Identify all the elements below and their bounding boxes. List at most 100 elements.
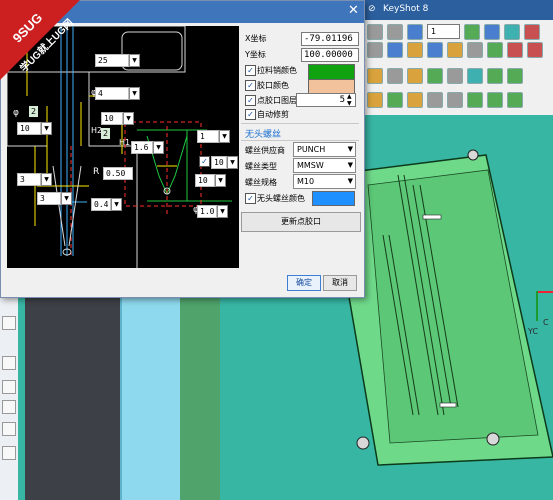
tool-icon[interactable] [447,42,463,58]
tool-icon[interactable] [447,68,463,84]
tool-icon[interactable] [407,24,423,40]
tool-icon[interactable] [507,42,523,58]
layer-combo[interactable]: 1 [427,24,460,39]
tool-icon[interactable] [467,42,483,58]
screw-color-checkbox[interactable]: ✓ [245,193,256,204]
chevron-down-icon[interactable]: ▼ [41,173,52,186]
phi-symbol: φ [13,108,19,118]
screw-type-label: 螺丝类型 [245,162,277,171]
chevron-down-icon[interactable]: ▼ [41,122,52,135]
blue-plate [120,296,182,500]
tool-icon[interactable] [407,68,423,84]
dim-2-input[interactable]: 2 [29,106,39,117]
y-coord-input[interactable]: 100.00000 [301,48,359,62]
axis-x-line [536,291,553,293]
left-resource-bar [0,296,19,500]
resource-button[interactable] [2,316,16,330]
x-coord-input[interactable]: -79.01196 [301,32,359,46]
tool-icon[interactable] [467,92,483,108]
close-icon[interactable]: ✕ [348,4,359,18]
keyshot-tab[interactable]: KeyShot 8 [383,4,428,14]
radius-label: R [93,167,100,177]
tool-icon[interactable] [504,24,520,40]
tool-icon[interactable] [407,92,423,108]
ribbon-toolbar: 1 [363,20,553,116]
auto-trim-checkbox[interactable]: ✓ [245,109,256,120]
tool-icon[interactable] [487,68,503,84]
screw-type-select[interactable]: MMSW ▼ [293,158,356,173]
chevron-down-icon[interactable]: ▼ [227,156,238,169]
chevron-down-icon[interactable]: ▼ [219,130,230,143]
tool-icon[interactable] [367,24,383,40]
supplier-select[interactable]: PUNCH ▼ [293,142,356,157]
cancel-button[interactable]: 取消 [323,275,357,291]
spinner-icon[interactable]: ▲ ▼ [347,93,352,107]
dim-3b-input[interactable]: 3 [37,192,61,205]
axis-label-yc: YC [528,327,539,336]
tool-icon[interactable] [524,24,540,40]
tool-icon[interactable] [427,92,443,108]
tool-icon[interactable] [447,92,463,108]
tool-icon[interactable] [387,24,403,40]
tool-icon[interactable] [527,42,543,58]
tool-icon[interactable] [387,42,403,58]
tool-icon[interactable] [467,68,483,84]
chevron-down-icon[interactable]: ▼ [111,198,122,211]
tool-icon[interactable] [427,42,443,58]
resource-button[interactable] [2,446,16,460]
resource-button[interactable] [2,356,16,370]
dim-3a-input[interactable]: 3 [17,173,41,186]
screw-spec-label: 螺丝规格 [245,178,277,187]
chevron-down-icon[interactable]: ▼ [153,141,164,154]
screw-color-label: 无头螺丝颜色 [257,194,305,203]
tool-icon[interactable] [387,68,403,84]
dim-2b-input[interactable]: 2 [101,128,111,139]
chevron-down-icon[interactable]: ▼ [129,87,140,100]
resource-button[interactable] [2,422,16,436]
dim-25-input[interactable]: 25 [95,54,129,67]
gate-color-checkbox[interactable]: ✓ [245,80,256,91]
pull-pin-color-checkbox[interactable]: ✓ [245,65,256,76]
screw-type-value: MMSW [297,161,324,170]
gate-layer-label: 点胶口图层 [257,96,297,105]
tool-icon[interactable] [427,68,443,84]
diagram-checkbox[interactable]: ✓ [199,156,210,167]
screw-section-title: 无头螺丝 [245,130,282,140]
tool-icon[interactable] [487,42,503,58]
dim-10d-input[interactable]: 10 [195,174,215,187]
dim-10c-input[interactable]: 10 [211,156,227,169]
ok-button[interactable]: 确定 [287,275,321,291]
tool-icon[interactable] [407,42,423,58]
gate-layer-checkbox[interactable]: ✓ [245,95,256,106]
tool-icon[interactable] [464,24,480,40]
chevron-down-icon[interactable]: ▼ [123,112,134,125]
dim-10-input[interactable]: 10 [17,122,41,135]
chevron-down-icon[interactable]: ▼ [129,54,140,67]
resource-button[interactable] [2,400,16,414]
chevron-down-icon[interactable]: ▼ [217,205,228,218]
tool-icon[interactable] [367,42,383,58]
pull-pin-color-swatch[interactable] [308,64,355,80]
divider [241,140,359,141]
screw-color-swatch[interactable] [312,191,355,206]
dim-1-6-input[interactable]: 1.6 [131,141,153,154]
dim-0-4-input[interactable]: 0.4 [91,198,111,211]
tool-icon[interactable] [484,24,500,40]
radius-input[interactable]: 0.50 [103,167,133,180]
dim-1-0-input[interactable]: 1.0 [197,205,217,218]
tool-icon[interactable] [507,92,523,108]
tool-icon[interactable] [367,92,383,108]
tool-icon[interactable] [487,92,503,108]
dim-4-input[interactable]: 4 [95,87,129,100]
dim-1-input[interactable]: 1 [197,130,219,143]
dim-10b-input[interactable]: 10 [101,112,123,125]
chevron-down-icon[interactable]: ▼ [61,192,72,205]
tool-icon[interactable] [367,68,383,84]
tool-icon[interactable] [507,68,523,84]
screw-spec-select[interactable]: M10 ▼ [293,174,356,189]
pull-pin-color-label: 拉料销颜色 [257,66,297,75]
chevron-down-icon[interactable]: ▼ [215,174,226,187]
update-gate-button[interactable]: 更新点胶口 [241,212,361,232]
resource-button[interactable] [2,380,16,394]
tool-icon[interactable] [387,92,403,108]
